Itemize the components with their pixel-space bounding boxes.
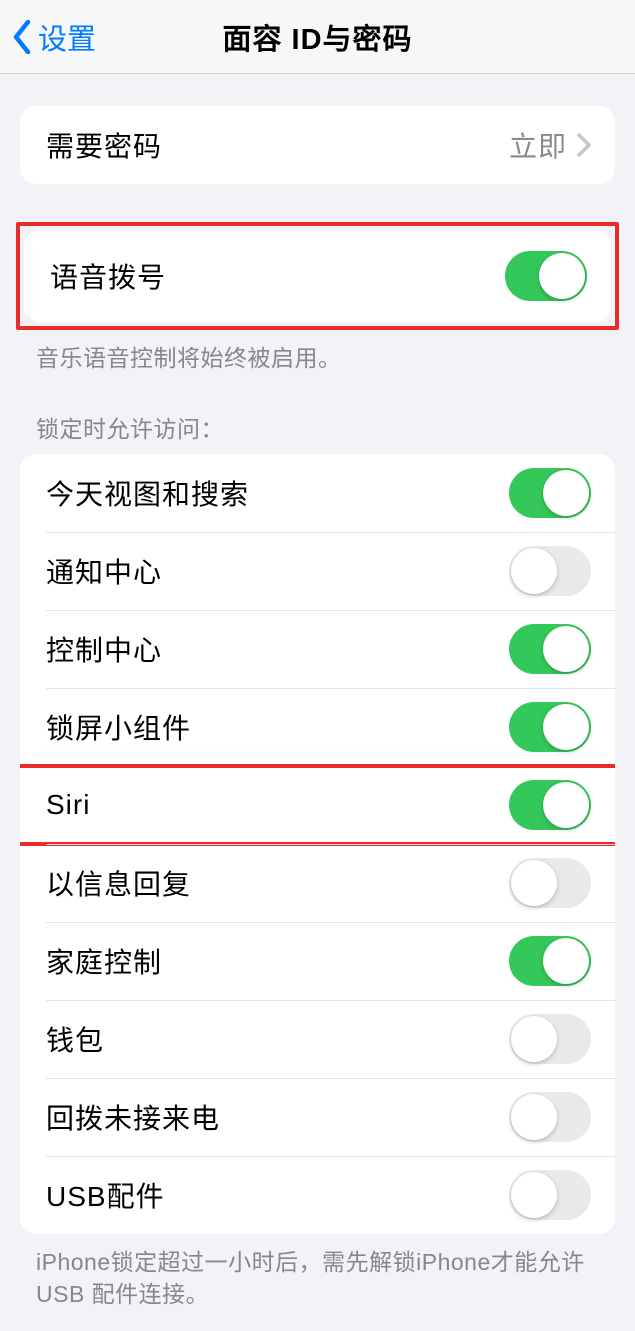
lock-access-toggle[interactable] — [509, 546, 591, 596]
back-button[interactable]: 设置 — [12, 16, 96, 58]
voice-dial-toggle[interactable] — [505, 251, 587, 301]
toggle-knob — [511, 1094, 557, 1140]
toggle-knob — [511, 1016, 557, 1062]
lock-access-label: USB配件 — [46, 1175, 165, 1215]
toggle-knob — [511, 548, 557, 594]
row-right: 立即 — [509, 125, 591, 165]
require-passcode-group: 需要密码 立即 — [20, 106, 615, 184]
require-passcode-label: 需要密码 — [46, 125, 162, 165]
lock-access-label: 控制中心 — [46, 629, 162, 669]
voice-dial-footer: 音乐语音控制将始终被启用。 — [0, 330, 635, 374]
lock-access-label: 通知中心 — [46, 551, 162, 591]
lock-access-row: 今天视图和搜索 — [20, 454, 615, 532]
lock-access-toggle[interactable] — [509, 936, 591, 986]
lock-access-row: USB配件 — [20, 1156, 615, 1234]
toggle-knob — [539, 253, 585, 299]
lock-access-group: 今天视图和搜索通知中心控制中心锁屏小组件 Siri 以信息回复家庭控制钱包回拨未接来… — [20, 454, 615, 1234]
toggle-knob — [543, 704, 589, 750]
lock-access-toggle[interactable] — [509, 1170, 591, 1220]
lock-access-toggle[interactable] — [509, 468, 591, 518]
voice-dial-label: 语音拨号 — [50, 256, 166, 296]
lock-access-header: 锁定时允许访问： — [0, 374, 635, 454]
toggle-knob — [543, 626, 589, 672]
lock-access-toggle[interactable] — [509, 858, 591, 908]
lock-access-footer: iPhone锁定超过一小时后，需先解锁iPhone才能允许USB 配件连接。 — [0, 1234, 635, 1310]
lock-access-row: 锁屏小组件 — [20, 688, 615, 766]
lock-access-label: 今天视图和搜索 — [46, 473, 249, 513]
toggle-knob — [543, 470, 589, 516]
chevron-right-icon — [577, 133, 591, 157]
voice-dial-row: 语音拨号 — [24, 230, 611, 322]
lock-access-toggle[interactable] — [509, 702, 591, 752]
content: 需要密码 立即 语音拨号 音乐语音控制将始终被启用。 锁定时允许访问： 今天视图… — [0, 106, 635, 1331]
lock-access-toggle[interactable] — [509, 1092, 591, 1142]
lock-access-toggle[interactable] — [509, 1014, 591, 1064]
lock-access-label: Siri — [46, 789, 90, 821]
toggle-knob — [543, 938, 589, 984]
lock-access-row: 以信息回复 — [20, 844, 615, 922]
voice-dial-group: 语音拨号 — [24, 230, 611, 322]
lock-access-row: Siri — [20, 766, 615, 844]
lock-access-label: 家庭控制 — [46, 941, 162, 981]
require-passcode-value: 立即 — [509, 125, 567, 165]
lock-access-label: 钱包 — [46, 1019, 104, 1059]
lock-access-row: 回拨未接来电 — [20, 1078, 615, 1156]
lock-access-toggle[interactable] — [509, 780, 591, 830]
lock-access-row: 钱包 — [20, 1000, 615, 1078]
nav-bar: 设置 面容 ID与密码 — [0, 0, 635, 74]
lock-access-label: 锁屏小组件 — [46, 707, 191, 747]
require-passcode-row[interactable]: 需要密码 立即 — [20, 106, 615, 184]
toggle-knob — [511, 1172, 557, 1218]
chevron-left-icon — [12, 20, 32, 54]
page-title: 面容 ID与密码 — [222, 16, 412, 58]
toggle-knob — [511, 860, 557, 906]
lock-access-label: 以信息回复 — [46, 863, 191, 903]
back-label: 设置 — [38, 16, 96, 58]
lock-access-row: 控制中心 — [20, 610, 615, 688]
lock-access-row: 家庭控制 — [20, 922, 615, 1000]
voice-dial-highlight: 语音拨号 — [16, 222, 619, 330]
lock-access-label: 回拨未接来电 — [46, 1097, 220, 1137]
lock-access-row: 通知中心 — [20, 532, 615, 610]
toggle-knob — [543, 782, 589, 828]
lock-access-toggle[interactable] — [509, 624, 591, 674]
